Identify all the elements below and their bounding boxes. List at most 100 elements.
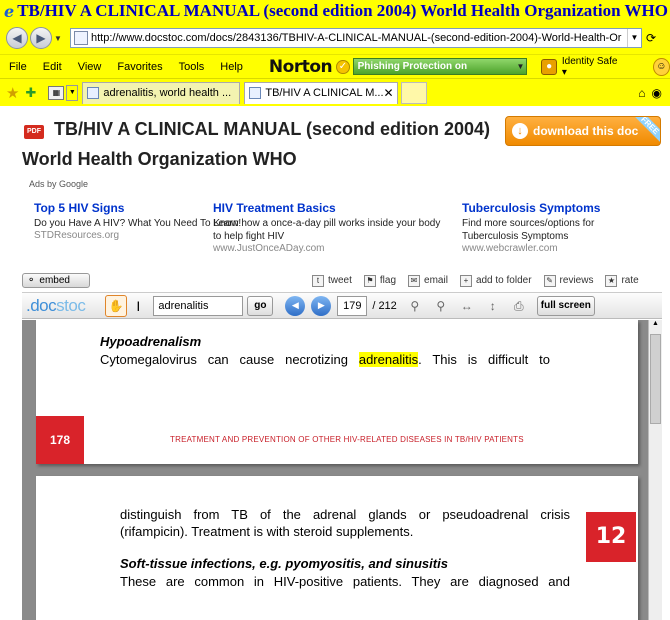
menu-edit[interactable]: Edit (35, 61, 70, 73)
text-select-icon[interactable]: I (131, 298, 145, 314)
email-button[interactable]: ✉ email (408, 274, 448, 287)
ads-label[interactable]: Ads by Google (29, 179, 88, 189)
page-total: / 212 (372, 299, 397, 312)
tweet-button[interactable]: t tweet (312, 274, 352, 287)
norton-logo: Norton (268, 56, 333, 77)
viewer-scrollbar[interactable]: ▲ (648, 320, 662, 620)
add-to-folder-button[interactable]: + add to folder (459, 274, 532, 287)
window-titlebar: e TB/HIV A CLINICAL MANUAL (second editi… (0, 0, 670, 22)
previous-page-icon[interactable]: ◀ (285, 295, 306, 316)
download-label: download this doc (533, 124, 639, 138)
body-text: distinguish from TB of the adrenal gland… (120, 507, 570, 539)
norton-check-icon: ✓ (336, 59, 350, 74)
tab-adrenalitis[interactable]: adrenalitis, world health ... (82, 81, 241, 104)
rate-label: rate (621, 275, 639, 286)
ad-body: Learn how a once-a-day pill works inside… (213, 218, 441, 242)
tab-label: adrenalitis, world health ... (103, 87, 232, 99)
ad-url[interactable]: www.JustOnceADay.com (213, 243, 448, 254)
home-icon[interactable]: ⌂ (638, 86, 645, 100)
tab-label: TB/HIV A CLINICAL M... (265, 87, 384, 99)
twitter-icon: t (312, 274, 324, 287)
scrollbar-thumb[interactable] (650, 334, 661, 424)
docstoc-logo[interactable]: .docstoc (26, 296, 86, 316)
tab-tbhiv-manual[interactable]: TB/HIV A CLINICAL M... ✕ (244, 81, 399, 104)
folder-icon: + (459, 274, 472, 287)
url-text[interactable]: http://www.docstoc.com/docs/2843136/TBHI… (91, 32, 621, 44)
reviews-label: reviews (559, 275, 594, 286)
ad-body: Find more sources/options for Tuberculos… (462, 218, 595, 242)
document-viewer[interactable]: Hypoadrenalism Cytomegalovirus can cause… (22, 320, 648, 620)
page-icon (249, 87, 262, 99)
menu-help[interactable]: Help (212, 61, 251, 73)
menu-tools[interactable]: Tools (171, 61, 213, 73)
page-icon (87, 87, 100, 99)
web-page: TB/HIV A CLINICAL MANUAL (second edition… (0, 106, 670, 620)
command-icons: ⌂ ◉ (638, 86, 662, 100)
menu-view[interactable]: View (70, 61, 110, 73)
next-page-icon[interactable]: ▶ (311, 295, 332, 316)
new-tab-button[interactable] (401, 81, 428, 104)
star-icon: ★ (605, 274, 618, 287)
phishing-protection-button[interactable]: Phishing Protection on ▼ (352, 58, 528, 75)
add-to-folder-label: add to folder (475, 275, 532, 286)
link-icon: ⚬ (27, 275, 36, 286)
page-icon (74, 31, 88, 45)
back-button[interactable]: ◀ (6, 27, 28, 49)
scroll-up-icon[interactable]: ▲ (650, 320, 661, 332)
ad-url[interactable]: www.webcrawler.com (462, 243, 647, 254)
chapter-number-badge: 12 (586, 512, 636, 562)
download-arrow-icon: ↓ (512, 123, 528, 139)
search-go-button[interactable]: go (247, 295, 274, 316)
fit-width-icon[interactable]: ↔ (459, 298, 475, 314)
address-dropdown-icon[interactable]: ▼ (627, 29, 641, 47)
email-icon: ✉ (408, 274, 421, 287)
search-highlight: adrenalitis (358, 352, 419, 367)
identity-safe-button[interactable]: Identity Safe ▾ (562, 56, 623, 78)
document-page: Hypoadrenalism Cytomegalovirus can cause… (36, 320, 638, 464)
refresh-icon[interactable]: ⟳ (646, 31, 656, 45)
ad-title[interactable]: Tuberculosis Symptoms (462, 201, 647, 215)
running-footer: TREATMENT AND PREVENTION OF OTHER HIV-RE… (170, 435, 524, 444)
print-icon[interactable]: ⎙ (511, 298, 527, 314)
flag-button[interactable]: ⚑ flag (363, 274, 396, 287)
forward-button[interactable]: ▶ (30, 27, 52, 49)
hand-tool-icon[interactable]: ✋ (105, 294, 128, 317)
menu-favorites[interactable]: Favorites (109, 61, 170, 73)
page-number-input[interactable] (337, 295, 368, 316)
zoom-out-icon[interactable]: ⚲ (433, 298, 449, 314)
rate-button[interactable]: ★ rate (605, 274, 639, 287)
page-number-badge: 178 (36, 416, 84, 464)
add-favorite-icon[interactable]: ✚ (25, 85, 36, 101)
menu-file[interactable]: File (0, 61, 35, 73)
quick-tabs-icon[interactable]: ▦ (48, 85, 65, 100)
window-title: TB/HIV A CLINICAL MANUAL (second edition… (17, 1, 670, 20)
full-screen-button[interactable]: full screen (536, 295, 595, 316)
address-toolbar: ◀ ▶ ▼ http://www.docstoc.com/docs/284313… (0, 22, 670, 54)
address-bar[interactable]: http://www.docstoc.com/docs/2843136/TBHI… (70, 28, 642, 48)
ad-title[interactable]: HIV Treatment Basics (213, 201, 448, 215)
ad-item[interactable]: Tuberculosis Symptoms Find more sources/… (462, 201, 647, 254)
flag-icon: ⚑ (363, 274, 376, 287)
download-button[interactable]: ↓ download this doc FREE (505, 116, 661, 146)
close-tab-icon[interactable]: ✕ (384, 86, 394, 100)
smiley-icon[interactable]: ☺ (652, 57, 670, 76)
section-heading: Hypoadrenalism (100, 334, 202, 349)
reviews-button[interactable]: ✎ reviews (543, 274, 594, 287)
body-text: Cytomegalovirus can cause necrotizing ad… (100, 352, 551, 367)
embed-button[interactable]: ⚬ embed (22, 273, 90, 288)
history-dropdown-icon[interactable]: ▼ (52, 34, 64, 43)
lock-icon: ● (541, 58, 557, 75)
fit-height-icon[interactable]: ↕ (485, 298, 501, 314)
phishing-protection-label: Phishing Protection on (357, 61, 468, 72)
document-search-input[interactable] (153, 295, 244, 316)
feeds-icon[interactable]: ◉ (652, 86, 662, 100)
tab-list-dropdown-icon[interactable]: ▼ (66, 84, 79, 101)
section-heading: Soft-tissue infections, e.g. pyomyositis… (120, 556, 448, 571)
favorites-star-icon[interactable]: ★ (6, 84, 19, 102)
tweet-label: tweet (328, 275, 352, 286)
zoom-in-icon[interactable]: ⚲ (407, 298, 423, 314)
document-page: distinguish from TB of the adrenal gland… (36, 476, 638, 620)
ad-item[interactable]: HIV Treatment Basics Learn how a once-a-… (213, 201, 448, 254)
internet-explorer-icon: e (4, 1, 15, 21)
body-text: These are common in HIV-positive patient… (120, 574, 570, 589)
